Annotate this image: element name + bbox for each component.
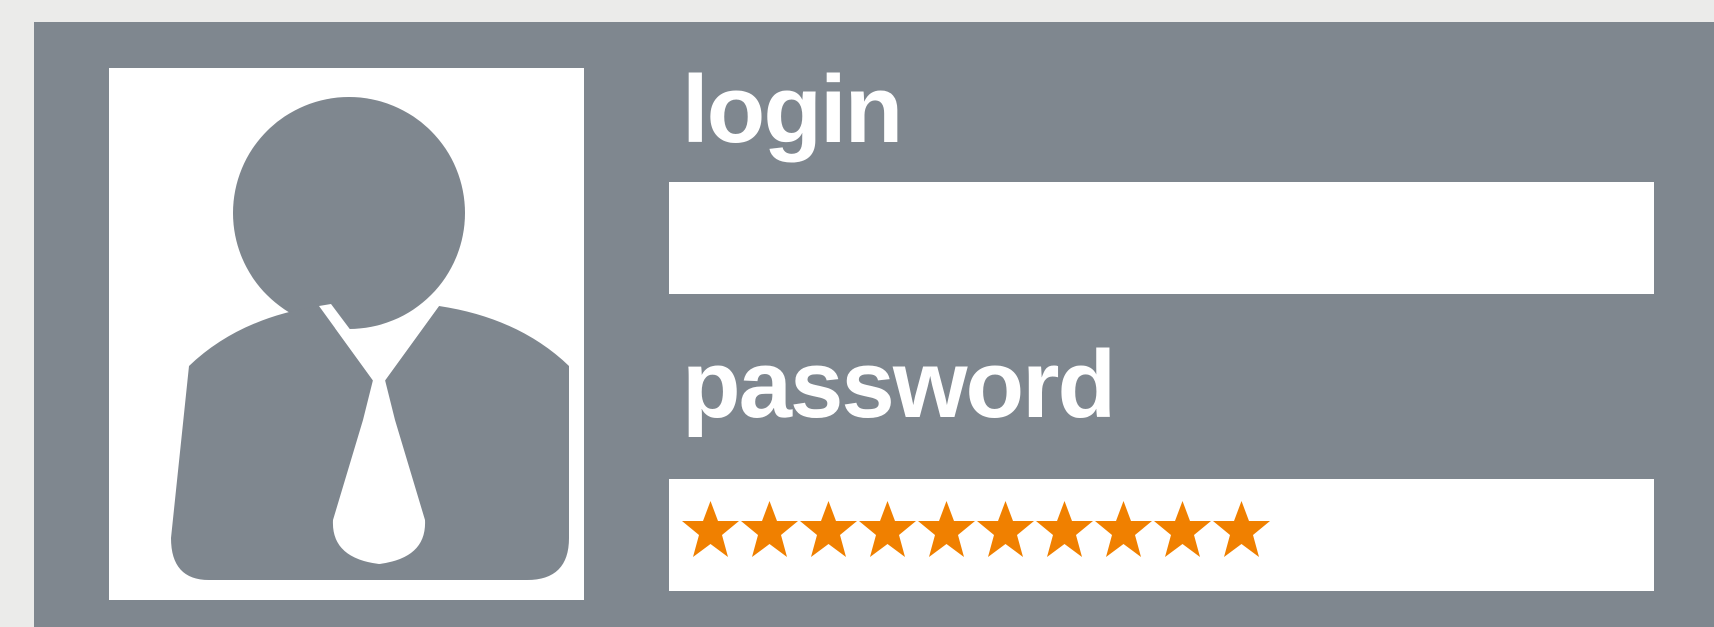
password-mask-char (976, 499, 1035, 579)
password-mask-char (799, 499, 858, 579)
password-label: password (682, 331, 1116, 438)
password-mask-char (1035, 499, 1094, 579)
password-mask-char (1094, 499, 1153, 579)
login-label: login (682, 56, 903, 163)
password-mask-char (858, 499, 917, 579)
login-panel: login password (34, 22, 1714, 627)
password-mask-char (740, 499, 799, 579)
password-mask-char (1212, 499, 1271, 579)
login-input[interactable] (669, 182, 1654, 294)
password-mask (681, 499, 1271, 589)
password-mask-char (681, 499, 740, 579)
avatar (109, 68, 584, 600)
user-businessman-icon (171, 97, 569, 580)
password-mask-char (1153, 499, 1212, 579)
password-mask-char (917, 499, 976, 579)
password-input[interactable] (669, 479, 1654, 591)
